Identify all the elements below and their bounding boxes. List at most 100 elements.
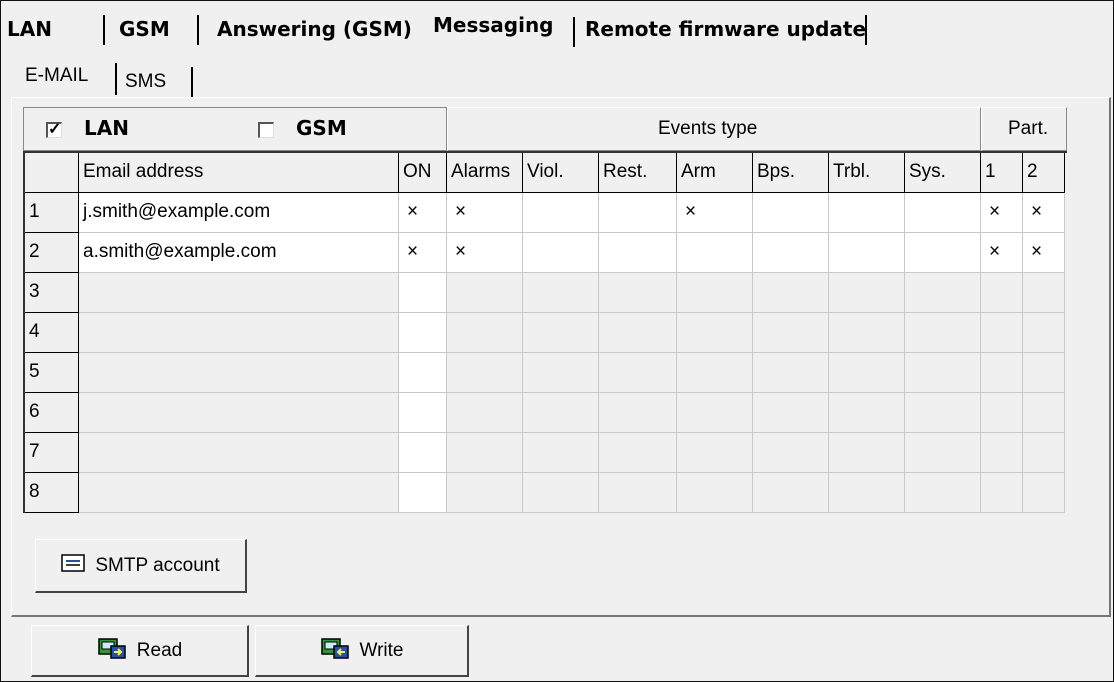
table-cell-bps[interactable] [753,233,829,273]
table-cell-email-address[interactable] [79,433,399,473]
column-header-on[interactable]: ON [399,153,447,193]
table-cell-on[interactable] [399,433,447,473]
table-cell-arm[interactable] [677,273,753,313]
table-cell-partition-1[interactable] [981,433,1023,473]
tab-lan[interactable]: LAN [7,11,105,47]
gsm-checkbox[interactable] [258,122,274,138]
column-header-bps[interactable]: Bps. [753,153,829,193]
table-cell-email-address[interactable] [79,393,399,433]
table-cell-trbl[interactable] [829,473,905,513]
table-cell-on[interactable]: × [399,233,447,273]
table-cell-partition-2[interactable] [1023,393,1065,433]
table-cell-bps[interactable] [753,473,829,513]
table-cell-sys[interactable] [905,313,981,353]
table-cell-partition-1[interactable] [981,393,1023,433]
smtp-account-button[interactable]: SMTP account [35,539,247,593]
table-cell-bps[interactable] [753,273,829,313]
table-cell-rest[interactable] [599,473,677,513]
table-cell-email-address[interactable]: a.smith@example.com [79,233,399,273]
table-cell-viol[interactable] [523,433,599,473]
table-cell-arm[interactable]: × [677,193,753,233]
table-cell-trbl[interactable] [829,233,905,273]
table-cell-partition-1[interactable]: × [981,193,1023,233]
tab-messaging[interactable]: Messaging [433,7,575,47]
table-cell-viol[interactable] [523,233,599,273]
table-cell-sys[interactable] [905,393,981,433]
table-cell-rest[interactable] [599,193,677,233]
column-header-trbl[interactable]: Trbl. [829,153,905,193]
table-cell-alarms[interactable] [447,313,523,353]
table-cell-arm[interactable] [677,433,753,473]
column-header-rest[interactable]: Rest. [599,153,677,193]
table-cell-viol[interactable] [523,193,599,233]
table-cell-partition-1[interactable]: × [981,233,1023,273]
table-cell-email-address[interactable] [79,473,399,513]
table-cell-rest[interactable] [599,433,677,473]
table-cell-partition-2[interactable]: × [1023,233,1065,273]
column-header-alarms[interactable]: Alarms [447,153,523,193]
column-header-email-address[interactable]: Email address [79,153,399,193]
table-cell-sys[interactable] [905,353,981,393]
table-cell-on[interactable]: × [399,193,447,233]
write-button[interactable]: Write [255,625,469,677]
table-cell-viol[interactable] [523,313,599,353]
table-cell-rest[interactable] [599,393,677,433]
table-cell-rest[interactable] [599,353,677,393]
table-cell-arm[interactable] [677,473,753,513]
table-cell-trbl[interactable] [829,393,905,433]
table-cell-sys[interactable] [905,433,981,473]
table-cell-alarms[interactable] [447,433,523,473]
table-cell-sys[interactable] [905,233,981,273]
table-cell-trbl[interactable] [829,193,905,233]
column-header-sys[interactable]: Sys. [905,153,981,193]
table-cell-alarms[interactable] [447,273,523,313]
table-cell-alarms[interactable] [447,353,523,393]
table-cell-partition-2[interactable] [1023,273,1065,313]
table-cell-bps[interactable] [753,193,829,233]
table-cell-viol[interactable] [523,353,599,393]
table-cell-bps[interactable] [753,433,829,473]
table-cell-partition-2[interactable] [1023,473,1065,513]
table-cell-rest[interactable] [599,273,677,313]
column-header-arm[interactable]: Arm [677,153,753,193]
table-cell-viol[interactable] [523,393,599,433]
table-cell-partition-1[interactable] [981,353,1023,393]
table-cell-email-address[interactable] [79,353,399,393]
table-cell-arm[interactable] [677,313,753,353]
table-cell-arm[interactable] [677,393,753,433]
column-header-viol[interactable]: Viol. [523,153,599,193]
subtab-email[interactable]: E-MAIL [25,59,88,93]
table-cell-trbl[interactable] [829,433,905,473]
table-cell-viol[interactable] [523,273,599,313]
tab-gsm[interactable]: GSM [119,11,199,47]
column-header-partition-2[interactable]: 2 [1023,153,1065,193]
table-cell-partition-2[interactable] [1023,433,1065,473]
table-cell-partition-1[interactable] [981,313,1023,353]
table-cell-email-address[interactable]: j.smith@example.com [79,193,399,233]
table-cell-alarms[interactable] [447,393,523,433]
table-cell-sys[interactable] [905,273,981,313]
read-button[interactable]: Read [31,625,249,677]
table-cell-trbl[interactable] [829,313,905,353]
table-cell-partition-1[interactable] [981,273,1023,313]
table-cell-arm[interactable] [677,353,753,393]
table-cell-partition-1[interactable] [981,473,1023,513]
table-cell-on[interactable] [399,313,447,353]
table-cell-bps[interactable] [753,353,829,393]
table-cell-sys[interactable] [905,473,981,513]
table-cell-arm[interactable] [677,233,753,273]
table-cell-email-address[interactable] [79,273,399,313]
table-cell-bps[interactable] [753,393,829,433]
table-cell-on[interactable] [399,473,447,513]
table-cell-partition-2[interactable]: × [1023,193,1065,233]
table-cell-bps[interactable] [753,313,829,353]
tab-answering-gsm[interactable]: Answering (GSM) [217,11,412,47]
table-cell-trbl[interactable] [829,353,905,393]
table-cell-alarms[interactable] [447,473,523,513]
table-cell-on[interactable] [399,273,447,313]
table-cell-trbl[interactable] [829,273,905,313]
table-cell-partition-2[interactable] [1023,313,1065,353]
subtab-sms[interactable]: SMS [125,65,166,99]
lan-checkbox[interactable]: ✓ [46,122,62,138]
table-cell-alarms[interactable]: × [447,233,523,273]
